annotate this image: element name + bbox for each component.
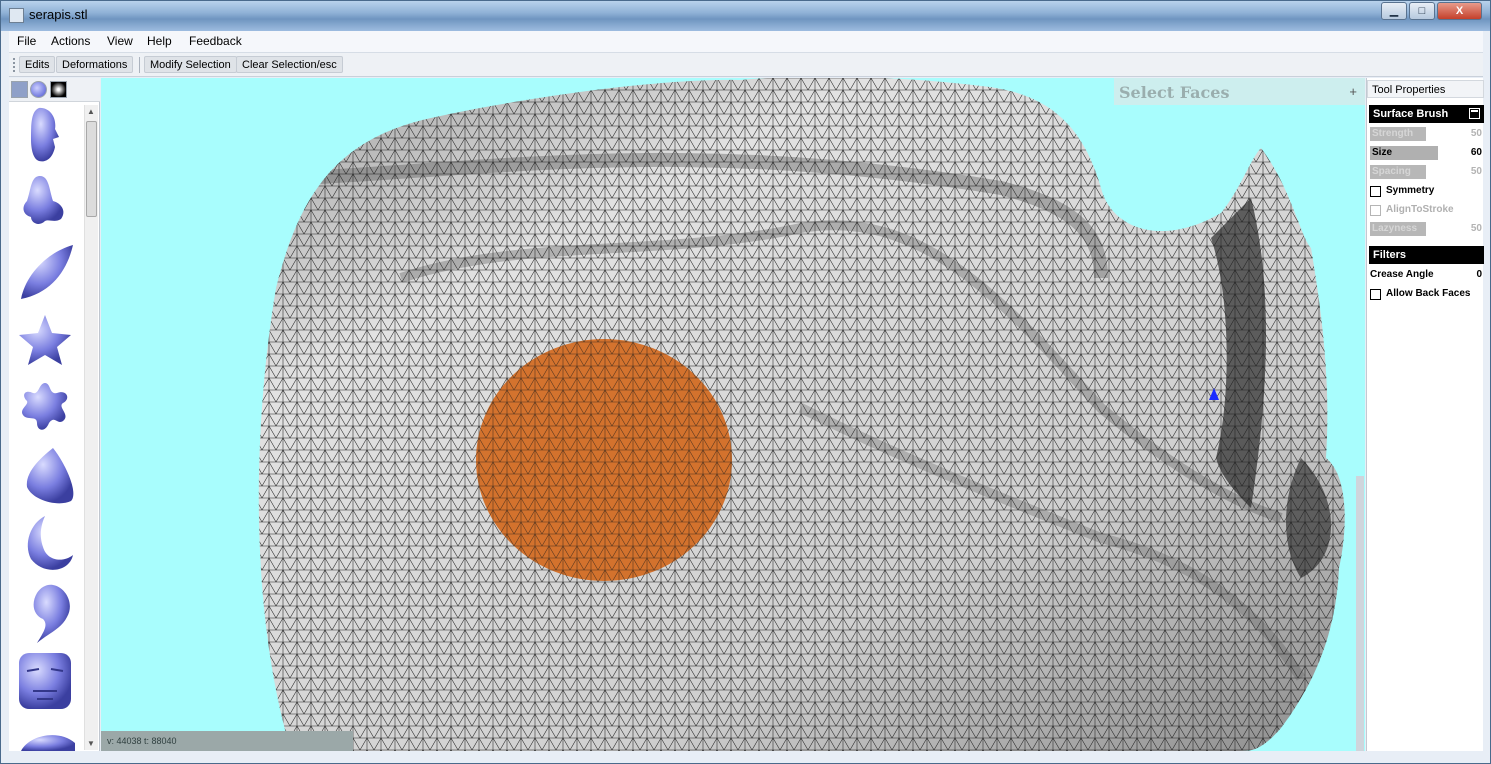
size-value: 60 xyxy=(1470,147,1482,158)
menu-file[interactable]: File xyxy=(17,34,36,48)
tool-properties-header: Tool Properties xyxy=(1367,80,1484,98)
3d-viewport[interactable]: Select Faces + v: 44038 t: 88040 xyxy=(101,78,1365,751)
lazyness-value: 50 xyxy=(1470,223,1482,234)
maximize-button[interactable]: □ xyxy=(1409,2,1435,20)
crescent-icon[interactable] xyxy=(27,516,73,570)
strength-label: Strength xyxy=(1370,127,1426,141)
menu-help[interactable]: Help xyxy=(147,34,172,48)
window-title: serapis.stl xyxy=(29,7,88,22)
nose-icon[interactable] xyxy=(23,175,64,224)
tool-properties-panel: Tool Properties Surface Brush Strength 5… xyxy=(1366,78,1484,751)
toolbar: Edits Deformations Modify Selection Clea… xyxy=(9,53,1483,77)
comma-icon[interactable] xyxy=(33,584,70,643)
menu-view[interactable]: View xyxy=(107,34,133,48)
leaf-icon[interactable] xyxy=(21,245,73,299)
tab-materials-icon[interactable] xyxy=(30,81,47,98)
scroll-up-icon[interactable]: ▲ xyxy=(87,107,95,116)
lazyness-label: Lazyness xyxy=(1370,222,1426,236)
close-button[interactable]: X xyxy=(1437,2,1482,20)
clear-selection-button[interactable]: Clear Selection/esc xyxy=(236,56,343,73)
library-tabs xyxy=(9,78,100,102)
mesh-surface[interactable] xyxy=(101,78,1365,751)
spacing-slider[interactable]: Spacing 50 xyxy=(1370,165,1482,180)
star-icon[interactable] xyxy=(19,315,71,365)
viewport-scrollbar[interactable] xyxy=(1356,476,1364,751)
shape-list xyxy=(19,107,75,751)
scroll-thumb[interactable] xyxy=(86,121,97,217)
dome-icon[interactable] xyxy=(21,735,75,751)
mesh-stats: v: 44038 t: 88040 xyxy=(101,731,353,751)
deformations-button[interactable]: Deformations xyxy=(56,56,134,73)
edits-button[interactable]: Edits xyxy=(19,56,56,73)
library-scrollbar[interactable]: ▲ ▼ xyxy=(84,105,98,750)
title-bar[interactable]: serapis.stl ▁ □ X xyxy=(1,1,1490,31)
size-slider[interactable]: Size 60 xyxy=(1370,146,1482,161)
app-icon xyxy=(9,8,24,23)
crease-angle-value: 0 xyxy=(1476,269,1482,280)
shape-library-panel: ▲ ▼ xyxy=(9,78,100,751)
symmetry-label: Symmetry xyxy=(1386,185,1435,196)
surface-brush-section[interactable]: Surface Brush xyxy=(1369,105,1484,123)
allow-back-faces-label: Allow Back Faces xyxy=(1386,288,1471,299)
modify-selection-button[interactable]: Modify Selection xyxy=(144,56,237,73)
lazyness-slider[interactable]: Lazyness 50 xyxy=(1370,222,1482,237)
spacing-value: 50 xyxy=(1470,166,1482,177)
allow-back-faces-box[interactable] xyxy=(1370,289,1381,300)
size-label: Size xyxy=(1370,146,1438,160)
align-to-stroke-label: AlignToStroke xyxy=(1386,204,1454,215)
mask-icon[interactable] xyxy=(19,653,71,709)
scroll-down-icon[interactable]: ▼ xyxy=(87,739,95,748)
minimize-button[interactable]: ▁ xyxy=(1381,2,1407,20)
filters-section[interactable]: Filters xyxy=(1369,246,1484,264)
menu-actions[interactable]: Actions xyxy=(51,34,90,48)
filters-title: Filters xyxy=(1373,249,1407,261)
mode-title: Select Faces xyxy=(1119,83,1230,102)
tab-brushes-icon[interactable] xyxy=(50,81,67,98)
crease-angle-label: Crease Angle xyxy=(1370,269,1434,280)
app-window: serapis.stl ▁ □ X File Actions View Help… xyxy=(0,0,1491,764)
surface-brush-title: Surface Brush xyxy=(1373,108,1449,120)
face-icon[interactable] xyxy=(31,107,59,162)
spacing-label: Spacing xyxy=(1370,165,1426,179)
mesh-view[interactable] xyxy=(101,78,1365,751)
menu-bar: File Actions View Help Feedback xyxy=(9,31,1483,53)
toolbar-separator xyxy=(139,57,140,73)
collapse-icon[interactable] xyxy=(1469,108,1480,119)
strength-slider[interactable]: Strength 50 xyxy=(1370,127,1482,142)
splat-icon[interactable] xyxy=(22,383,68,430)
tab-stamps-icon[interactable] xyxy=(11,81,28,98)
wedge-icon[interactable] xyxy=(26,448,74,504)
hud-expand-icon[interactable]: + xyxy=(1349,84,1357,99)
strength-value: 50 xyxy=(1470,128,1482,139)
selection-brush-indicator xyxy=(476,339,732,581)
crease-angle-field[interactable]: Crease Angle 0 xyxy=(1370,269,1482,283)
symmetry-box[interactable] xyxy=(1370,186,1381,197)
toolbar-grip[interactable] xyxy=(13,58,16,72)
mode-hud: Select Faces + xyxy=(1114,78,1365,105)
align-to-stroke-box[interactable] xyxy=(1370,205,1381,216)
menu-feedback[interactable]: Feedback xyxy=(189,34,242,48)
